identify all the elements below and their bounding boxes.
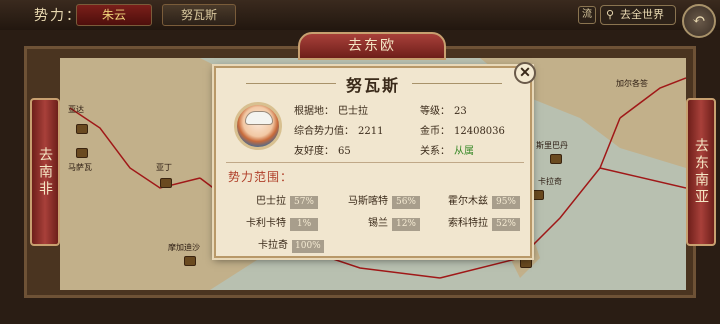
- ship-icon[interactable]: [76, 148, 88, 158]
- faction-tab-zhuyun[interactable]: 朱云: [76, 4, 152, 26]
- ship-icon[interactable]: [160, 178, 172, 188]
- sphere-title: 势力范围：: [228, 170, 294, 184]
- friendship-value: 65: [338, 146, 351, 157]
- avatar-hat: [245, 111, 273, 125]
- level-label: 等级：: [420, 106, 450, 117]
- territory-name: 索科特拉: [448, 218, 488, 229]
- ship-icon[interactable]: [76, 124, 88, 134]
- level-info: 等级： 23: [420, 102, 467, 117]
- go-world-button[interactable]: ⚲ 去全世界: [600, 5, 676, 25]
- base-value: 巴士拉: [338, 106, 368, 117]
- territory-name: 卡利卡特: [246, 218, 286, 229]
- territory-name: 卡拉奇: [258, 240, 288, 251]
- gold-value: 12408036: [454, 126, 505, 137]
- port-label[interactable]: 亚达: [68, 104, 84, 115]
- relation-info: 关系： 从属: [420, 142, 474, 157]
- territory-percent: 57%: [290, 196, 318, 209]
- go-south-africa-banner[interactable]: 去南非: [30, 98, 60, 246]
- port-label[interactable]: 马萨瓦: [68, 162, 92, 173]
- gold-info: 金币： 12408036: [420, 122, 505, 137]
- popup-title: 努瓦斯: [345, 76, 400, 95]
- relation-label: 关系：: [420, 146, 450, 157]
- ship-icon[interactable]: [532, 190, 544, 200]
- relation-value: 从属: [454, 146, 474, 157]
- back-button[interactable]: ↶: [682, 4, 716, 38]
- territory-percent: 95%: [492, 196, 520, 209]
- territory-item[interactable]: 霍尔木兹 95%: [448, 192, 520, 209]
- faction-tab-nuwasi[interactable]: 努瓦斯: [162, 4, 236, 26]
- territory-item[interactable]: 锡兰 12%: [368, 214, 420, 231]
- go-world-label: 去全世界: [620, 8, 664, 21]
- ship-icon[interactable]: [550, 154, 562, 164]
- territory-item[interactable]: 索科特拉 52%: [448, 214, 520, 231]
- top-bar: 势力： 朱云 努瓦斯 流 ⚲ 去全世界: [0, 0, 720, 30]
- territory-percent: 52%: [492, 218, 520, 231]
- ship-icon[interactable]: [520, 258, 532, 268]
- port-label[interactable]: 加尔各答: [616, 78, 648, 89]
- close-icon: ✕: [519, 65, 531, 81]
- search-icon: ⚲: [606, 8, 615, 21]
- territory-percent: 1%: [290, 218, 318, 231]
- friendship-info: 友好度： 65: [294, 142, 351, 157]
- territory-item[interactable]: 卡拉奇 100%: [258, 236, 324, 253]
- back-arrow-icon: ↶: [692, 10, 706, 29]
- territory-name: 马斯喀特: [348, 196, 388, 207]
- faction-info-popup: 努瓦斯 ✕ 根据地： 巴士拉 等级： 23 综合势力值： 2211 金币： 124080…: [214, 62, 536, 258]
- territory-item[interactable]: 马斯喀特 56%: [348, 192, 420, 209]
- territory-name: 巴士拉: [256, 196, 286, 207]
- go-east-europe-banner[interactable]: 去东欧: [298, 32, 446, 60]
- faction-label: 势力：: [34, 8, 82, 24]
- territory-name: 锡兰: [368, 218, 388, 229]
- ship-icon[interactable]: [184, 256, 196, 266]
- power-value: 2211: [358, 126, 384, 137]
- avatar: [234, 102, 282, 150]
- level-value: 23: [454, 106, 467, 117]
- port-label[interactable]: 斯里巴丹: [536, 140, 568, 151]
- territory-item[interactable]: 巴士拉 57%: [256, 192, 318, 209]
- power-label: 综合势力值：: [294, 126, 354, 137]
- go-southeast-asia-banner[interactable]: 去东南亚: [686, 98, 716, 246]
- friendship-label: 友好度：: [294, 146, 334, 157]
- territory-item[interactable]: 卡利卡特 1%: [246, 214, 318, 231]
- base-label: 根据地：: [294, 106, 334, 117]
- territory-name: 霍尔木兹: [448, 196, 488, 207]
- port-label[interactable]: 卡拉奇: [538, 176, 562, 187]
- base-info: 根据地： 巴士拉: [294, 102, 368, 117]
- section-divider: [226, 162, 524, 163]
- port-label[interactable]: 亚丁: [156, 162, 172, 173]
- flow-button[interactable]: 流: [578, 6, 596, 24]
- gold-label: 金币：: [420, 126, 450, 137]
- territory-percent: 100%: [292, 240, 324, 253]
- territory-percent: 56%: [392, 196, 420, 209]
- close-button[interactable]: ✕: [514, 62, 536, 84]
- territory-percent: 12%: [392, 218, 420, 231]
- port-label[interactable]: 摩加迪沙: [168, 242, 200, 253]
- power-info: 综合势力值： 2211: [294, 122, 383, 137]
